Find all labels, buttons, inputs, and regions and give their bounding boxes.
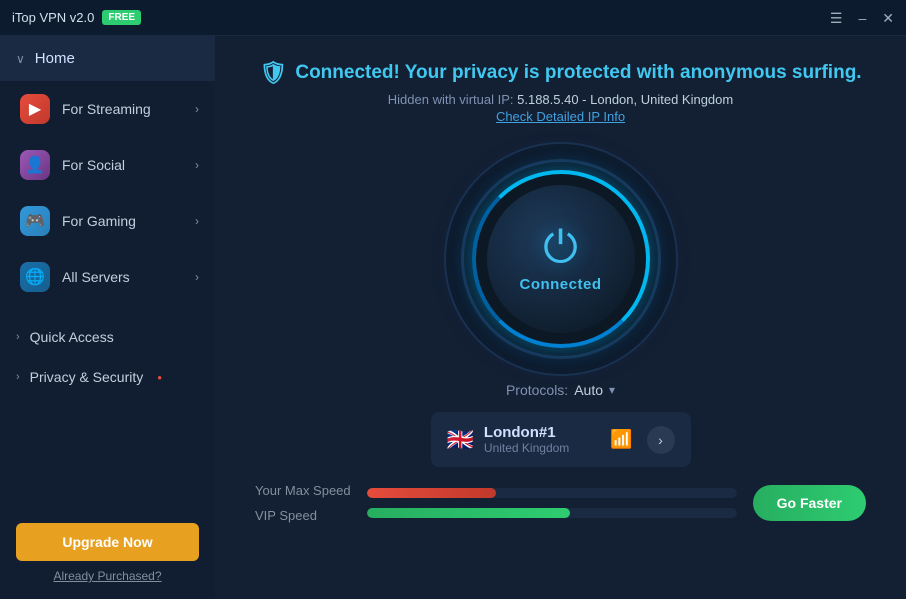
servers-arrow-icon: › bbox=[195, 270, 199, 284]
social-icon: 👤 bbox=[20, 150, 50, 180]
server-flag-icon: 🇬🇧 bbox=[447, 427, 474, 453]
gaming-label: For Gaming bbox=[62, 213, 195, 229]
vip-speed-track bbox=[367, 508, 737, 518]
menu-button[interactable]: ☰ bbox=[830, 11, 843, 25]
sidebar: ∨ Home ▶ For Streaming › 👤 For Social › … bbox=[0, 36, 215, 599]
server-arrow-button[interactable]: › bbox=[647, 426, 675, 454]
minimize-button[interactable]: – bbox=[858, 11, 866, 25]
ip-info: Hidden with virtual IP: 5.188.5.40 - Lon… bbox=[259, 92, 861, 107]
server-card[interactable]: 🇬🇧 London#1 United Kingdom 📶 › bbox=[431, 412, 691, 467]
gaming-arrow-icon: › bbox=[195, 214, 199, 228]
streaming-icon: ▶ bbox=[20, 94, 50, 124]
social-arrow-icon: › bbox=[195, 158, 199, 172]
social-label: For Social bbox=[62, 157, 195, 173]
sidebar-item-streaming[interactable]: ▶ For Streaming › bbox=[0, 81, 215, 137]
protocols-label: Protocols: bbox=[506, 382, 568, 398]
sidebar-item-home[interactable]: ∨ Home bbox=[0, 36, 215, 81]
title-bar-left: iTop VPN v2.0 FREE bbox=[12, 10, 141, 25]
ip-label: Hidden with virtual IP: bbox=[388, 92, 514, 107]
status-header: 🛡 Connected! Your privacy is protected w… bbox=[259, 60, 861, 124]
connected-label: Connected bbox=[519, 276, 601, 293]
free-badge: FREE bbox=[102, 10, 141, 25]
streaming-arrow-icon: › bbox=[195, 102, 199, 116]
sidebar-item-quick-access[interactable]: › Quick Access bbox=[0, 317, 215, 357]
sidebar-item-all-servers[interactable]: 🌐 All Servers › bbox=[0, 249, 215, 305]
streaming-label: For Streaming bbox=[62, 101, 195, 117]
speed-section: Your Max Speed VIP Speed Go Faster bbox=[255, 483, 866, 523]
quick-access-label: Quick Access bbox=[30, 329, 114, 345]
home-label: Home bbox=[35, 50, 75, 67]
sidebar-item-privacy-security[interactable]: › Privacy & Security ● bbox=[0, 357, 215, 397]
privacy-label: Privacy & Security bbox=[30, 369, 144, 385]
title-bar: iTop VPN v2.0 FREE ☰ – ✕ bbox=[0, 0, 906, 36]
upgrade-button[interactable]: Upgrade Now bbox=[16, 523, 199, 561]
protocols-value: Auto bbox=[574, 382, 603, 398]
max-speed-bar bbox=[367, 488, 497, 498]
gaming-icon: 🎮 bbox=[20, 206, 50, 236]
server-country: United Kingdom bbox=[484, 441, 600, 455]
already-purchased-link[interactable]: Already Purchased? bbox=[53, 569, 161, 583]
speed-labels: Your Max Speed VIP Speed bbox=[255, 483, 351, 523]
check-ip-link[interactable]: Check Detailed IP Info bbox=[259, 109, 861, 124]
home-chevron-icon: ∨ bbox=[16, 52, 25, 66]
max-speed-label: Your Max Speed bbox=[255, 483, 351, 498]
app-title: iTop VPN v2.0 bbox=[12, 10, 94, 25]
max-speed-track bbox=[367, 488, 737, 498]
connected-banner: 🛡 Connected! Your privacy is protected w… bbox=[259, 60, 861, 86]
title-bar-controls: ☰ – ✕ bbox=[830, 11, 894, 25]
inner-circle: ⏻ Connected bbox=[487, 185, 635, 333]
shield-icon: 🛡 bbox=[259, 60, 287, 86]
sidebar-item-gaming[interactable]: 🎮 For Gaming › bbox=[0, 193, 215, 249]
vip-speed-label: VIP Speed bbox=[255, 508, 351, 523]
power-button-area[interactable]: ⏻ Connected bbox=[446, 144, 676, 374]
signal-icon: 📶 bbox=[610, 429, 632, 450]
vip-speed-bar bbox=[367, 508, 571, 518]
servers-icon: 🌐 bbox=[20, 262, 50, 292]
status-text: Connected! Your privacy is protected wit… bbox=[295, 62, 861, 84]
power-icon: ⏻ bbox=[543, 226, 578, 270]
sidebar-item-social[interactable]: 👤 For Social › bbox=[0, 137, 215, 193]
speed-bars bbox=[367, 488, 737, 518]
go-faster-button[interactable]: Go Faster bbox=[753, 485, 866, 521]
servers-label: All Servers bbox=[62, 269, 195, 285]
quick-access-chevron-icon: › bbox=[16, 331, 20, 343]
protocols-selector[interactable]: Protocols: Auto ▾ bbox=[506, 382, 615, 398]
ip-value: 5.188.5.40 - London, United Kingdom bbox=[517, 92, 733, 107]
close-button[interactable]: ✕ bbox=[882, 11, 894, 25]
main-layout: ∨ Home ▶ For Streaming › 👤 For Social › … bbox=[0, 36, 906, 599]
protocols-chevron-icon: ▾ bbox=[609, 383, 615, 397]
privacy-dot: ● bbox=[157, 373, 162, 382]
server-name: London#1 bbox=[484, 424, 600, 441]
main-content: 🛡 Connected! Your privacy is protected w… bbox=[215, 36, 906, 599]
server-info: London#1 United Kingdom bbox=[484, 424, 600, 455]
privacy-chevron-icon: › bbox=[16, 371, 20, 383]
sidebar-bottom: Upgrade Now Already Purchased? bbox=[0, 507, 215, 599]
